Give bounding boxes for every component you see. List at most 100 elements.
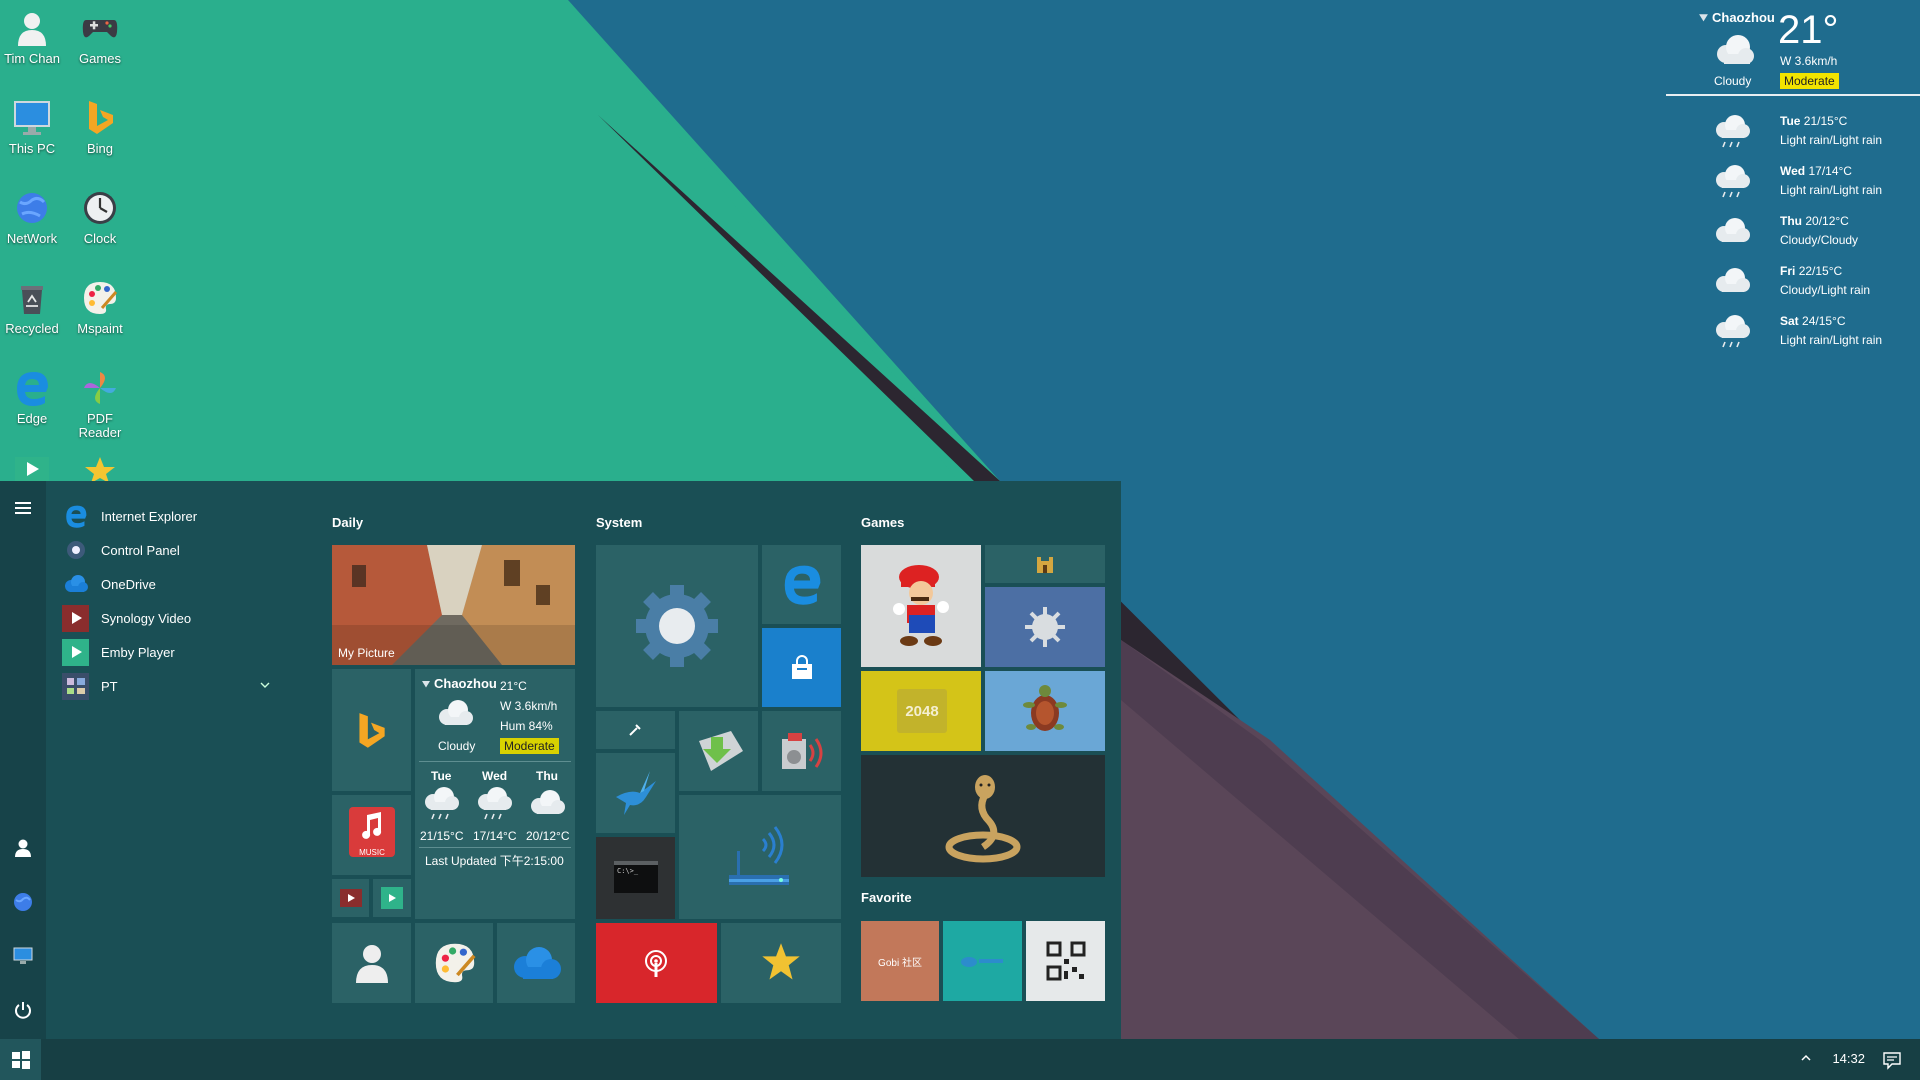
rain-cloud-icon: [478, 787, 512, 820]
app-folder-pt[interactable]: PT: [62, 669, 282, 703]
weather-tile-temp: 21°C: [500, 679, 527, 693]
desktop-icon-label: Games: [79, 51, 121, 66]
desktop-icon-label: Clock: [83, 231, 117, 246]
app-synology-video[interactable]: Synology Video: [62, 601, 282, 635]
tile-settings[interactable]: [596, 545, 758, 707]
snake-icon: [945, 775, 1021, 863]
tile-music[interactable]: MUSIC: [332, 795, 411, 875]
bing-icon: [359, 713, 385, 748]
forecast-desc: Light rain/Light rain: [1780, 333, 1883, 347]
castle-icon: [1037, 557, 1053, 573]
tile-podcast[interactable]: [596, 923, 717, 1003]
taskbar-clock[interactable]: 14:32: [1832, 1051, 1865, 1066]
forecast-temps: 22/15°C: [1798, 264, 1843, 278]
tile-console[interactable]: C:\>_: [596, 837, 675, 919]
weather-tile-wind: W 3.6km/h: [500, 699, 558, 713]
tile-hummingbird[interactable]: [596, 753, 675, 833]
cloud-icon: [439, 700, 473, 725]
tile-mario[interactable]: [861, 545, 981, 667]
hamburger-menu-icon[interactable]: [12, 497, 34, 519]
weather-city[interactable]: Chaozhou: [1698, 10, 1775, 25]
desktop-icon-favorite-partial[interactable]: [80, 455, 120, 481]
tile-speaker[interactable]: [762, 711, 841, 791]
turtle-icon: [1023, 685, 1067, 731]
forecast-temps: 20/12°C: [1805, 214, 1849, 228]
globe-icon[interactable]: [12, 891, 34, 913]
tile-teal-site[interactable]: [943, 921, 1022, 1001]
cloud-logo-icon: [961, 957, 1003, 967]
desktop-icon-player-partial[interactable]: [12, 455, 52, 481]
taskbar: 14:32: [0, 1039, 1920, 1080]
power-icon[interactable]: [12, 999, 34, 1021]
tile-paint[interactable]: [415, 923, 493, 1003]
app-internet-explorer[interactable]: Internet Explorer: [62, 499, 282, 533]
tile-snake[interactable]: [861, 755, 1105, 877]
clock-icon: [84, 192, 116, 224]
rain-cloud-icon: [1716, 115, 1750, 148]
tile-my-picture[interactable]: My Picture: [332, 545, 575, 665]
recycle-bin-icon: [21, 286, 43, 314]
tile-2048[interactable]: 2048: [861, 671, 981, 751]
tile-label: My Picture: [338, 646, 395, 660]
play-icon: [62, 638, 89, 666]
terminal-icon: C:\>_: [614, 861, 658, 893]
game-2048-badge: 2048: [897, 689, 947, 733]
tile-synology-video-small[interactable]: [332, 879, 369, 917]
action-center-icon[interactable]: [1882, 1050, 1902, 1070]
download-icon: [699, 731, 743, 771]
desktop-icon-pdf-reader[interactable]: PDF Reader: [61, 368, 139, 440]
weather-tile-updated: Last Updated 下午2:15:00: [425, 854, 564, 868]
forecast-desc: Light rain/Light rain: [1780, 183, 1883, 197]
weather-forecast-list: Tue 21/15°C Light rain/Light rain Wed 17…: [1666, 96, 1920, 356]
tile-download[interactable]: [679, 711, 758, 791]
tile-turtle[interactable]: [985, 671, 1105, 751]
tile-favorites-star[interactable]: [721, 923, 841, 1003]
app-list: Internet Explorer Control Panel OneDrive…: [62, 499, 282, 703]
tile-router[interactable]: [679, 795, 841, 919]
tile-castle[interactable]: [985, 545, 1105, 583]
forecast-day: Sat: [1780, 314, 1799, 328]
music-icon: MUSIC: [349, 807, 395, 857]
user-icon[interactable]: [12, 837, 34, 859]
tile-store[interactable]: [762, 628, 841, 707]
weather-tile-day: Wed: [482, 769, 508, 783]
forecast-day: Fri: [1780, 264, 1796, 278]
desktop-icon-clock[interactable]: Clock: [61, 188, 139, 246]
tile-mine[interactable]: [985, 587, 1105, 667]
tile-qr-site[interactable]: [1026, 921, 1105, 1001]
tile-people[interactable]: [332, 923, 411, 1003]
desktop-icon-games[interactable]: Games: [61, 8, 139, 66]
app-onedrive[interactable]: OneDrive: [62, 567, 282, 601]
tile-gobi[interactable]: Gobi 社区: [861, 921, 939, 1001]
desktop-icon-label: NetWork: [6, 231, 58, 246]
edge-icon: [784, 565, 821, 605]
weather-tile-condition: Cloudy: [438, 739, 476, 753]
start-button[interactable]: [0, 1039, 41, 1080]
tile-edge[interactable]: [762, 545, 841, 624]
tile-weather[interactable]: Chaozhou 21°C W 3.6km/h Hum 84% Cloudy M…: [415, 669, 575, 919]
app-emby-player[interactable]: Emby Player: [62, 635, 282, 669]
user-icon: [356, 945, 388, 983]
app-control-panel[interactable]: Control Panel: [62, 533, 282, 567]
tile-emby-small[interactable]: [373, 879, 411, 917]
tile-picker[interactable]: [596, 711, 675, 749]
weather-current: Chaozhou 21° W 3.6km/h Cloudy Moderate: [1666, 0, 1920, 96]
app-label: PT: [101, 678, 118, 694]
group-title-favorite: Favorite: [861, 890, 912, 905]
cloud-icon: [1717, 35, 1754, 64]
desktop-icon-mspaint[interactable]: Mspaint: [61, 278, 139, 336]
forecast-row: Wed 17/14°C Light rain/Light rain: [1666, 156, 1920, 206]
tray-expand-icon[interactable]: [1800, 1052, 1812, 1064]
forecast-desc: Light rain/Light rain: [1780, 133, 1883, 147]
monitor-icon[interactable]: [12, 945, 34, 967]
desktop-icon-bing[interactable]: Bing: [61, 98, 139, 156]
forecast-row: Fri 22/15°C Cloudy/Light rain: [1666, 256, 1920, 306]
tile-onedrive[interactable]: [497, 923, 575, 1003]
rain-cloud-icon: [1716, 315, 1750, 348]
forecast-temps: 21/15°C: [1803, 114, 1848, 128]
chevron-down-icon[interactable]: [260, 681, 270, 689]
weather-aqi-badge: Moderate: [1780, 73, 1839, 89]
app-label: Control Panel: [101, 542, 180, 558]
tile-bing[interactable]: [332, 669, 411, 791]
app-label: Synology Video: [101, 610, 192, 626]
